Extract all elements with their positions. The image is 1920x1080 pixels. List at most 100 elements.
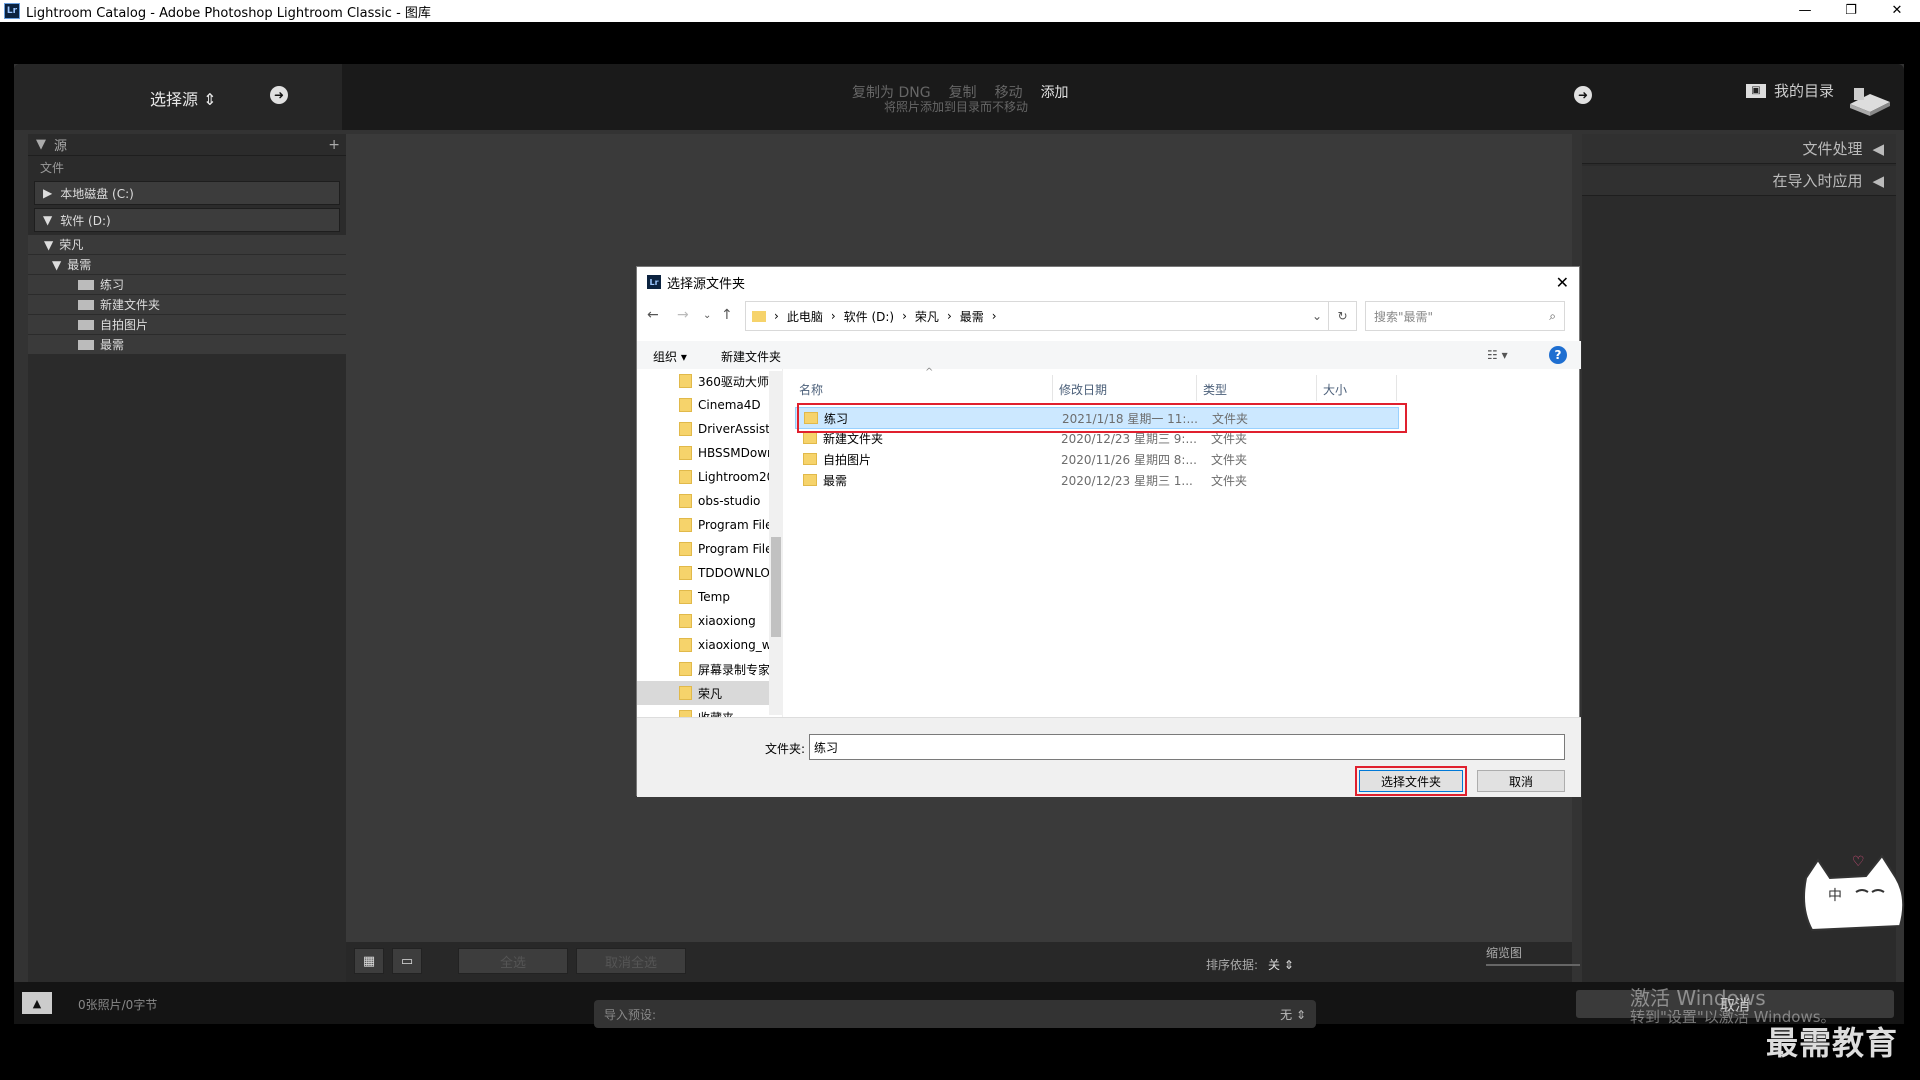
- file-list-header: 名称 修改日期 类型 大小: [793, 375, 1397, 401]
- close-icon[interactable]: ✕: [1556, 273, 1569, 292]
- catalog-destination[interactable]: ▣ 我的目录: [1745, 80, 1834, 101]
- forward-arrow-icon[interactable]: →: [677, 307, 689, 323]
- add-source-icon[interactable]: +: [328, 137, 340, 153]
- up-arrow-icon[interactable]: ↑: [721, 307, 733, 323]
- source-panel-header[interactable]: ▼ 源 +: [28, 134, 346, 156]
- cancel-button[interactable]: 取消: [1477, 770, 1565, 792]
- folder-name-input[interactable]: 练习: [809, 734, 1565, 760]
- source-arrow-icon[interactable]: ➜: [270, 86, 288, 104]
- nav-item[interactable]: DriverAssista: [637, 417, 782, 441]
- nav-item-selected[interactable]: 荣凡: [637, 681, 782, 705]
- source-select-dropdown[interactable]: 选择源 ⇕: [150, 86, 217, 110]
- table-row[interactable]: 最需 2020/12/23 星期三 1... 文件夹: [795, 469, 1325, 491]
- refresh-icon[interactable]: ↻: [1329, 301, 1357, 331]
- nav-item-label: Program Files: [698, 518, 779, 532]
- tree-item-label: 荣凡: [59, 238, 84, 252]
- organize-menu[interactable]: 组织 ▾: [653, 348, 687, 365]
- drive-d[interactable]: ▼ 软件 (D:): [34, 208, 340, 232]
- folder-icon: [679, 686, 692, 700]
- drive-c[interactable]: ▶ 本地磁盘 (C:): [34, 181, 340, 205]
- dialog-nav-row: ← → ⌄ ↑ › 此电脑 › 软件 (D:) › 荣凡 › 最需 › ⌄ ↻ …: [637, 301, 1581, 331]
- drive-c-label: 本地磁盘 (C:): [60, 186, 134, 201]
- tree-item-lianxi[interactable]: 练习: [28, 275, 346, 295]
- nav-item[interactable]: 屏幕录制专家: [637, 657, 782, 681]
- photo-count-info: 0张照片/0字节: [78, 998, 158, 1012]
- tree-item-zuixu[interactable]: ▼ 最需: [28, 255, 346, 275]
- folder-icon: [679, 590, 692, 604]
- navigation-pane: 360驱动大师 Cinema4D DriverAssista HBSSMDown…: [637, 369, 783, 717]
- sort-dropdown[interactable]: 关 ⇕: [1268, 956, 1294, 973]
- nav-scrollbar-thumb[interactable]: [771, 537, 781, 637]
- maximize-button[interactable]: ❐: [1828, 0, 1874, 22]
- folder-icon: [679, 542, 692, 556]
- nav-item[interactable]: xiaoxiong_w: [637, 633, 782, 657]
- column-type[interactable]: 类型: [1197, 375, 1317, 401]
- nav-item-label: xiaoxiong_w: [698, 638, 772, 652]
- column-size[interactable]: 大小: [1317, 375, 1397, 401]
- tree-item-new-folder[interactable]: 新建文件夹: [28, 295, 346, 315]
- nav-item[interactable]: HBSSMDown: [637, 441, 782, 465]
- breadcrumb-zuixu[interactable]: 最需: [960, 308, 984, 325]
- folder-name-area: 文件夹: 练习 选择文件夹 取消: [637, 717, 1581, 797]
- help-icon[interactable]: ?: [1549, 346, 1567, 364]
- row-name: 自拍图片: [823, 452, 872, 467]
- folder-icon: [679, 422, 692, 436]
- nav-item[interactable]: 360驱动大师: [637, 369, 782, 393]
- nav-item[interactable]: xiaoxiong: [637, 609, 782, 633]
- import-preset-value[interactable]: 无 ⇕: [1280, 1006, 1306, 1023]
- lightroom-logo-icon: Lr: [647, 275, 661, 289]
- address-bar[interactable]: › 此电脑 › 软件 (D:) › 荣凡 › 最需 › ⌄: [745, 301, 1329, 331]
- select-source-folder-dialog: Lr 选择源文件夹 ✕ ← → ⌄ ↑ › 此电脑 › 软件 (D:) › 荣凡…: [636, 266, 1581, 797]
- loupe-view-icon[interactable]: ▭: [392, 948, 422, 974]
- source-selector-area: 选择源 ⇕: [14, 64, 342, 130]
- thumbnail-size-slider[interactable]: [1486, 964, 1580, 966]
- search-input[interactable]: 搜索"最需" ⌕: [1365, 301, 1565, 331]
- mode-add[interactable]: 添加: [1041, 82, 1069, 102]
- nav-item[interactable]: obs-studio: [637, 489, 782, 513]
- breadcrumb-this-pc[interactable]: 此电脑: [787, 308, 823, 325]
- nav-item[interactable]: Temp: [637, 585, 782, 609]
- nav-item-label: obs-studio: [698, 494, 761, 508]
- back-arrow-icon[interactable]: ←: [647, 307, 659, 323]
- import-preset-bar[interactable]: 导入预设: 无 ⇕: [594, 1000, 1316, 1028]
- hard-drive-icon: [1850, 88, 1890, 116]
- nav-item-label: 荣凡: [698, 686, 723, 701]
- drive-d-label: 软件 (D:): [60, 213, 111, 228]
- nav-item[interactable]: 收藏夹: [637, 705, 782, 717]
- destination-arrow-icon[interactable]: ➜: [1574, 86, 1592, 104]
- nav-item[interactable]: Lightroom20: [637, 465, 782, 489]
- row-date: 2020/12/23 星期三 1...: [1061, 473, 1193, 488]
- select-all-button[interactable]: 全选: [458, 948, 568, 974]
- table-row[interactable]: 自拍图片 2020/11/26 星期四 8:... 文件夹: [795, 448, 1325, 470]
- dialog-title: 选择源文件夹: [667, 276, 746, 292]
- file-handling-section[interactable]: 文件处理 ◀: [1582, 134, 1896, 164]
- apply-during-import-section[interactable]: 在导入时应用 ◀: [1582, 166, 1896, 196]
- tree-item-rongfan[interactable]: ▼ 荣凡: [28, 235, 346, 255]
- nav-item-label: 360驱动大师: [698, 374, 769, 389]
- collapse-triangle-icon: ▼: [44, 237, 54, 252]
- minimize-button[interactable]: —: [1782, 0, 1828, 22]
- grid-view-icon[interactable]: ▦: [354, 948, 384, 974]
- breadcrumb-drive-d[interactable]: 软件 (D:): [844, 308, 894, 325]
- nav-item-label: Lightroom20: [698, 470, 775, 484]
- view-options-icon[interactable]: ☷ ▾: [1487, 348, 1508, 362]
- breadcrumb-rongfan[interactable]: 荣凡: [915, 308, 939, 325]
- deselect-all-button[interactable]: 取消全选: [576, 948, 686, 974]
- expand-up-icon[interactable]: ▲: [22, 992, 52, 1014]
- folder-icon: [803, 453, 817, 465]
- nav-item[interactable]: TDDOWNLOAD: [637, 561, 782, 585]
- close-window-button[interactable]: ✕: [1874, 0, 1920, 22]
- tree-item-selfie[interactable]: 自拍图片: [28, 315, 346, 335]
- nav-item[interactable]: Program Files: [637, 513, 782, 537]
- tree-item-label: 练习: [100, 278, 125, 292]
- nav-item[interactable]: Cinema4D: [637, 393, 782, 417]
- column-name[interactable]: 名称: [793, 375, 1053, 401]
- recent-chevron-icon[interactable]: ⌄: [703, 310, 711, 321]
- folder-icon: [78, 319, 94, 330]
- address-dropdown-icon[interactable]: ⌄: [1312, 309, 1322, 323]
- new-folder-button[interactable]: 新建文件夹: [721, 348, 781, 365]
- tree-item-zuixu-sub[interactable]: 最需: [28, 335, 346, 355]
- nav-item[interactable]: Program Files: [637, 537, 782, 561]
- column-date[interactable]: 修改日期: [1053, 375, 1197, 401]
- svg-text:中: 中: [1828, 888, 1842, 904]
